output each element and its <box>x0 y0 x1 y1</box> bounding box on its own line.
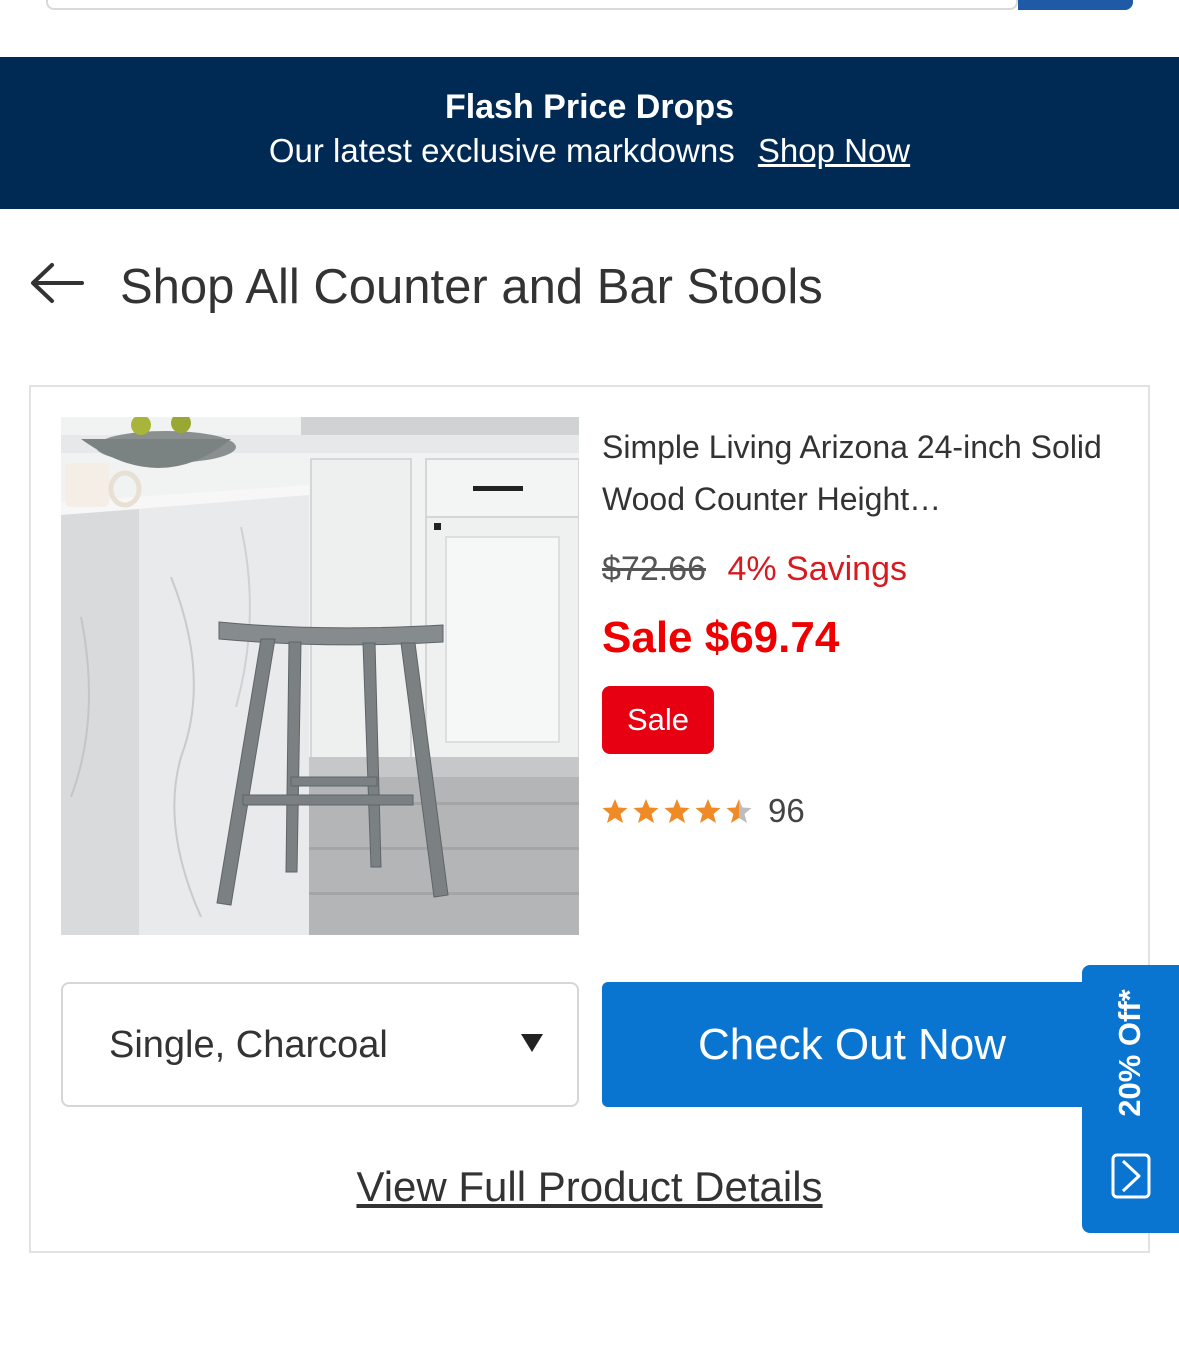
discount-side-tab[interactable]: 20% Off* <box>1082 965 1179 1233</box>
original-price: $72.66 <box>602 550 706 588</box>
review-count: 96 <box>768 792 805 829</box>
banner-title: Flash Price Drops <box>444 88 735 126</box>
rating[interactable]: 96 <box>602 791 805 831</box>
view-full-product-details-link[interactable]: View Full Product Details <box>31 1161 1148 1213</box>
sale-price: Sale $69.74 <box>602 613 840 662</box>
sale-badge: Sale <box>602 686 714 754</box>
product-image[interactable] <box>61 417 579 935</box>
search-button[interactable] <box>1018 0 1133 10</box>
check-out-now-button[interactable]: Check Out Now <box>602 982 1102 1107</box>
page-title: Shop All Counter and Bar Stools <box>120 260 823 314</box>
savings-text: 4% Savings <box>727 550 907 588</box>
banner-subtitle-row: Our latest exclusive markdowns Shop Now <box>0 131 1179 171</box>
product-card: Simple Living Arizona 24-inch Solid Wood… <box>29 385 1150 1253</box>
price-row: $72.66 4% Savings <box>602 549 907 589</box>
product-name[interactable]: Simple Living Arizona 24-inch Solid Wood… <box>602 421 1102 525</box>
arrow-left-icon <box>31 263 84 303</box>
banner-subtitle: Our latest exclusive markdowns <box>268 132 735 169</box>
star-rating-icon <box>602 799 752 823</box>
promo-banner: Flash Price Drops Our latest exclusive m… <box>0 57 1179 209</box>
search-input[interactable] <box>46 0 1018 10</box>
variant-value: Single, Charcoal <box>109 1024 388 1066</box>
variant-select[interactable]: Single, Charcoal <box>61 982 579 1107</box>
discount-label: 20% Off* <box>1112 989 1147 1117</box>
back-button[interactable] <box>30 262 84 304</box>
coupon-icon <box>1111 1153 1151 1199</box>
shop-now-link[interactable]: Shop Now <box>758 132 910 169</box>
caret-down-icon <box>521 1034 543 1052</box>
